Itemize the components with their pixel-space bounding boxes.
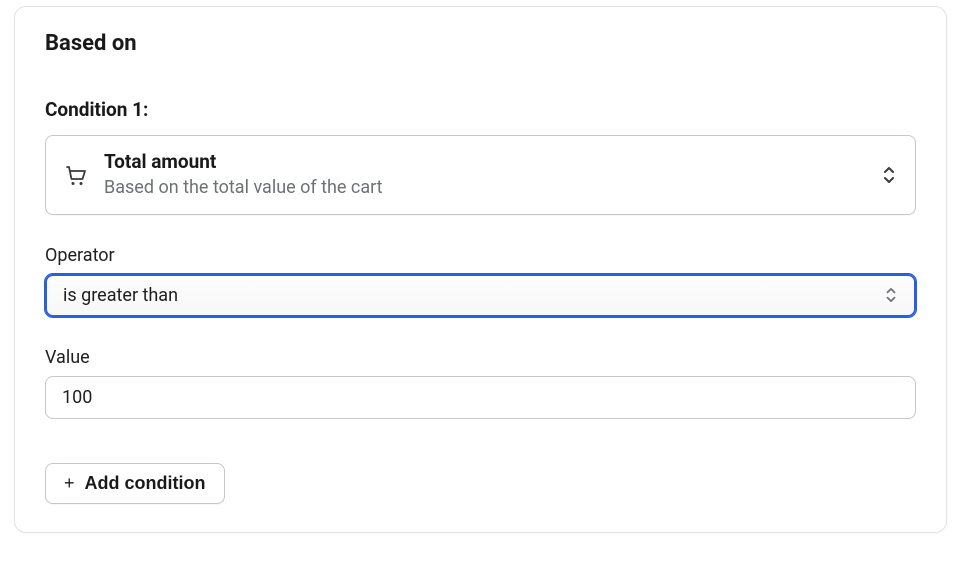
- plus-icon: +: [64, 474, 75, 492]
- chevron-up-down-icon: [881, 165, 897, 185]
- condition-card: Based on Condition 1: Total amount Based…: [14, 6, 947, 533]
- chevron-up-down-icon: [884, 286, 898, 304]
- value-input[interactable]: [45, 376, 916, 419]
- card-title: Based on: [45, 31, 916, 56]
- value-label: Value: [45, 347, 916, 368]
- add-condition-button[interactable]: + Add condition: [45, 463, 225, 504]
- operator-select[interactable]: is greater than: [45, 274, 916, 317]
- condition-type-description: Based on the total value of the cart: [104, 175, 881, 200]
- operator-value: is greater than: [63, 285, 178, 306]
- condition-type-title: Total amount: [104, 150, 881, 175]
- condition-type-selector[interactable]: Total amount Based on the total value of…: [45, 135, 916, 215]
- add-condition-label: Add condition: [85, 473, 206, 494]
- cart-icon: [64, 163, 88, 187]
- operator-label: Operator: [45, 245, 916, 266]
- condition-type-content: Total amount Based on the total value of…: [104, 150, 881, 200]
- condition-number-label: Condition 1:: [45, 98, 916, 121]
